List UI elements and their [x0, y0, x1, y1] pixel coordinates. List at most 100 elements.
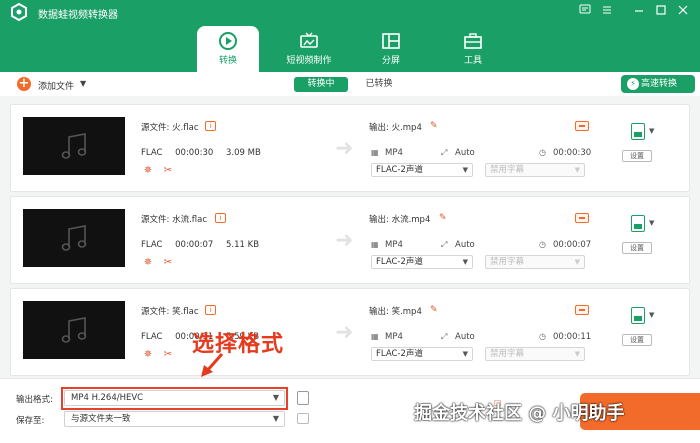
fast-convert-button[interactable]: ⚡ 高速转换: [621, 75, 695, 93]
output-format: MP4: [385, 240, 403, 250]
thumbnail[interactable]: [23, 301, 125, 359]
hardware-accel-icon[interactable]: [575, 305, 589, 315]
resolution-icon: ⤢: [441, 240, 448, 249]
output-format: MP4: [385, 148, 403, 158]
annotation-arrow-icon: [201, 353, 224, 377]
tab-short-video[interactable]: 短视频制作: [278, 26, 340, 72]
toolbox-icon: [464, 33, 482, 49]
cut-icon[interactable]: ✂: [162, 165, 174, 177]
settings-button[interactable]: 设置: [622, 334, 652, 346]
source-duration: 00:00:30: [175, 148, 214, 158]
tab-tools[interactable]: 工具: [442, 26, 504, 72]
info-icon[interactable]: i: [205, 305, 216, 315]
effect-icon[interactable]: ✵: [142, 349, 154, 361]
chevron-down-icon: ▼: [462, 166, 468, 174]
output-format-icon[interactable]: [631, 307, 645, 324]
subtitle-select[interactable]: 禁用字幕 ▼: [485, 347, 585, 361]
source-format: FLAC: [141, 148, 163, 158]
menu-icon[interactable]: [600, 4, 614, 18]
cut-icon[interactable]: ✂: [162, 349, 174, 361]
music-note-icon: [61, 225, 87, 251]
output-file-name: 输出: 笑.mp4: [369, 307, 422, 317]
list-item: 源文件: 水流.flac i FLAC 00:00:07 5.11 KB ✵ ✂…: [10, 196, 690, 284]
music-note-icon: [61, 317, 87, 343]
tab-converted[interactable]: 已转换: [352, 77, 406, 92]
fast-convert-label: 高速转换: [641, 79, 678, 89]
music-note-icon: [61, 133, 87, 159]
hardware-accel-icon[interactable]: [575, 121, 589, 131]
save-to-select[interactable]: 与源文件夹一致 ▼: [64, 411, 285, 427]
tab-tools-label: 工具: [463, 56, 482, 66]
output-format-icon[interactable]: [631, 123, 645, 140]
output-file-name: 输出: 火.mp4: [369, 123, 422, 133]
subtitle-select[interactable]: 禁用字幕 ▼: [485, 255, 585, 269]
effect-icon[interactable]: ✵: [142, 165, 154, 177]
arrow-right-icon: ➜: [335, 228, 354, 253]
add-file-dropdown-icon[interactable]: ▼: [80, 79, 86, 88]
tab-short-video-label: 短视频制作: [286, 56, 332, 66]
cut-icon[interactable]: ✂: [162, 257, 174, 269]
maximize-icon[interactable]: [654, 4, 668, 18]
split-screen-icon: [382, 33, 400, 49]
source-file-name: 源文件: 笑.flac: [141, 307, 199, 317]
title-bar: 数据蛙视频转换器 转换 短视频制作 分屏 工具: [0, 0, 700, 72]
thumbnail[interactable]: [23, 117, 125, 175]
tab-split-screen-label: 分屏: [381, 56, 400, 66]
chevron-down-icon: ▼: [574, 166, 580, 174]
output-duration: 00:00:11: [553, 332, 592, 342]
chevron-down-icon[interactable]: ▼: [649, 127, 654, 135]
format-settings-icon[interactable]: [297, 391, 309, 405]
output-format: MP4: [385, 332, 403, 342]
effect-icon[interactable]: ✵: [142, 257, 154, 269]
hardware-accel-icon[interactable]: [575, 213, 589, 223]
chevron-down-icon: ▼: [462, 350, 468, 358]
folder-icon[interactable]: [297, 413, 309, 424]
source-size: 5.11 KB: [226, 240, 260, 250]
chevron-down-icon[interactable]: ▼: [649, 311, 654, 319]
minimize-icon[interactable]: [632, 4, 646, 18]
watermark: 掘金技术社区 @ 小明助手: [414, 403, 625, 424]
info-icon[interactable]: i: [215, 213, 226, 223]
app-logo-icon: [11, 3, 27, 21]
tv-icon: [300, 32, 318, 48]
chevron-down-icon: ▼: [574, 258, 580, 266]
audio-track-select[interactable]: FLAC-2声道 ▼: [371, 255, 473, 269]
source-file-name: 源文件: 火.flac: [141, 123, 199, 133]
thumbnail[interactable]: [23, 209, 125, 267]
tab-split-screen[interactable]: 分屏: [360, 26, 422, 72]
resolution-icon: ⤢: [441, 332, 448, 341]
output-file-name: 输出: 水流.mp4: [369, 215, 431, 225]
info-icon[interactable]: i: [205, 121, 216, 131]
list-item: 源文件: 火.flac i FLAC 00:00:30 3.09 MB ✵ ✂ …: [10, 104, 690, 192]
video-format-icon: ▦: [371, 240, 379, 249]
tab-convert[interactable]: 转换: [197, 26, 259, 72]
audio-track-select[interactable]: FLAC-2声道 ▼: [371, 163, 473, 177]
add-file-button[interactable]: 添加文件: [38, 79, 74, 92]
feedback-icon[interactable]: [578, 4, 592, 18]
edit-icon[interactable]: ✎: [430, 121, 440, 131]
save-to-value: 与源文件夹一致: [71, 414, 131, 424]
app-title: 数据蛙视频转换器: [38, 10, 118, 21]
edit-icon[interactable]: ✎: [430, 305, 440, 315]
save-to-label: 保存至:: [16, 416, 45, 426]
video-format-icon: ▦: [371, 148, 379, 157]
tab-converting[interactable]: 转换中: [294, 77, 348, 92]
arrow-right-icon: ➜: [335, 136, 354, 161]
edit-icon[interactable]: ✎: [439, 213, 449, 223]
audio-track-select[interactable]: FLAC-2声道 ▼: [371, 347, 473, 361]
settings-button[interactable]: 设置: [622, 242, 652, 254]
source-format: FLAC: [141, 332, 163, 342]
subtitle-value: 禁用字幕: [490, 349, 525, 359]
chevron-down-icon: ▼: [272, 414, 279, 423]
subtitle-select[interactable]: 禁用字幕 ▼: [485, 163, 585, 177]
subtitle-value: 禁用字幕: [490, 165, 525, 175]
output-format-icon[interactable]: [631, 215, 645, 232]
chevron-down-icon[interactable]: ▼: [649, 219, 654, 227]
subtitle-value: 禁用字幕: [490, 257, 525, 267]
close-icon[interactable]: [676, 4, 690, 18]
source-meta: FLAC 00:00:07 5.11 KB: [141, 240, 269, 250]
settings-button[interactable]: 设置: [622, 150, 652, 162]
source-file-name: 源文件: 水流.flac: [141, 215, 208, 225]
add-file-icon[interactable]: +: [17, 77, 31, 91]
clock-icon: ◷: [539, 332, 546, 341]
